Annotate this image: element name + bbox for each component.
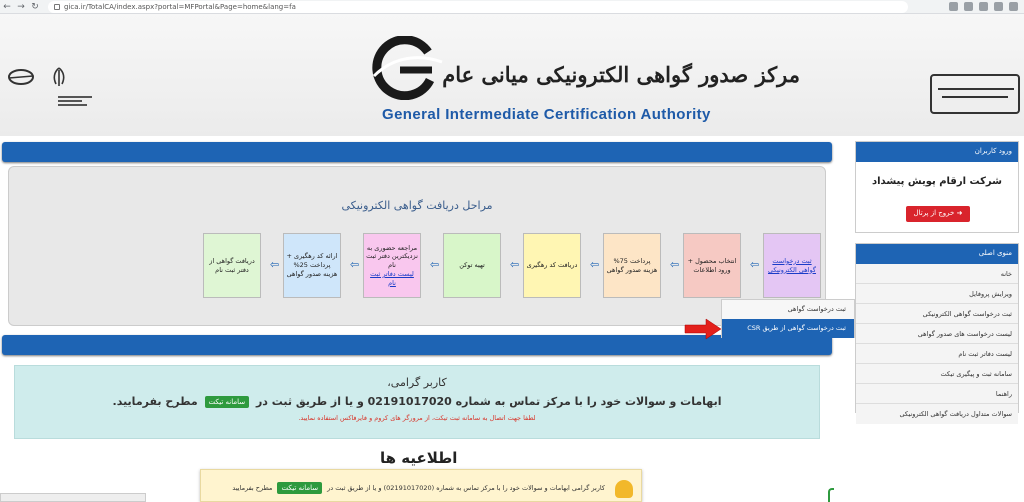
gica-logo-icon bbox=[372, 36, 443, 100]
contact-box: کاربر گرامی، ابهامات و سوالات خود را با … bbox=[14, 365, 820, 439]
calligraphy-logo bbox=[930, 74, 1020, 114]
menu-item-request-list[interactable]: لیست درخواست های صدور گواهی bbox=[856, 324, 1018, 344]
arrow-left-icon: ⇦ bbox=[430, 258, 440, 271]
ministry-text bbox=[58, 94, 92, 110]
menu-item-register-certificate[interactable]: ثبت درخواست گواهی الکترونیکی bbox=[856, 304, 1018, 324]
logout-icon: ➜ bbox=[954, 209, 963, 217]
address-url: gica.ir/TotalCA/index.aspx?portal=MFPort… bbox=[64, 3, 296, 11]
contact-greeting: کاربر گرامی، bbox=[387, 376, 447, 389]
forward-icon[interactable]: → bbox=[14, 0, 28, 14]
office-list-link[interactable]: لیست دفاتر ثبت نام bbox=[366, 270, 418, 288]
green-corner bbox=[828, 488, 834, 502]
arrow-left-icon: ⇦ bbox=[510, 258, 520, 271]
logout-button[interactable]: ➜ خروج از پرتال bbox=[906, 206, 970, 222]
steps-title: مراحل دریافت گواهی الکترونیکی bbox=[341, 199, 493, 212]
extension-icon[interactable] bbox=[979, 2, 988, 11]
menu-item-help[interactable]: راهنما bbox=[856, 384, 1018, 404]
menu-item-edit-profile[interactable]: ویرایش پروفایل bbox=[856, 284, 1018, 304]
arrow-left-icon: ⇦ bbox=[750, 258, 760, 271]
government-emblem-icon bbox=[53, 67, 65, 86]
menu-item-office-list[interactable]: لیست دفاتر ثبت نام bbox=[856, 344, 1018, 364]
step-register-request[interactable]: ثبت درخواست گواهی الکترونیکی bbox=[763, 233, 821, 298]
steps-panel: مراحل دریافت گواهی الکترونیکی ثبت درخواس… bbox=[8, 166, 826, 326]
step-token: تهیه توکن bbox=[443, 233, 501, 298]
ministry-logo-icon bbox=[8, 69, 34, 85]
red-arrow-icon bbox=[684, 318, 722, 340]
ticket-button[interactable]: سامانه تیکت bbox=[204, 396, 250, 408]
address-bar[interactable]: gica.ir/TotalCA/index.aspx?portal=MFPort… bbox=[48, 1, 908, 13]
header-title-fa: مرکز صدور گواهی الکترونیکی میانی عام bbox=[442, 62, 800, 87]
login-panel: ورود کاربران شرکت ارقام پویش پیشداد ➜ خر… bbox=[855, 141, 1019, 233]
menu-item-ticket-system[interactable]: سامانه ثبت و پیگیری تیکت bbox=[856, 364, 1018, 384]
step-receive-certificate: دریافت گواهی از دفتر ثبت نام bbox=[203, 233, 261, 298]
step-tracking-code: دریافت کد رهگیری bbox=[523, 233, 581, 298]
top-bar bbox=[2, 142, 832, 162]
arrow-left-icon: ⇦ bbox=[270, 258, 280, 271]
step-visit-office: مراجعه حضوری به نزدیکترین دفتر ثبت نام ل… bbox=[363, 233, 421, 298]
contact-message: ابهامات و سوالات خود را با مرکز تماس به … bbox=[112, 395, 722, 408]
step-select-product: انتخاب محصول + ورود اطلاعات bbox=[683, 233, 741, 298]
header-title-en: General Intermediate Certification Autho… bbox=[382, 106, 711, 123]
login-panel-title: ورود کاربران bbox=[856, 142, 1018, 162]
menu-item-faq[interactable]: سوالات متداول دریافت گواهی الکترونیکی bbox=[856, 404, 1018, 424]
step-pay-25: ارائه کد رهگیری + پرداخت 25% هزینه صدور … bbox=[283, 233, 341, 298]
reload-icon[interactable]: ↻ bbox=[28, 0, 42, 14]
bell-icon bbox=[615, 480, 633, 498]
notification-popup: کاربر گرامی ابهامات و سوالات خود را با م… bbox=[200, 469, 642, 502]
browser-note: لطفا جهت اتصال به سامانه ثبت تیکت، از مر… bbox=[298, 414, 536, 422]
news-title: اطلاعیه ها bbox=[380, 449, 458, 467]
register-dropdown: ثبت درخواست گواهی ثبت درخواست گواهی از ط… bbox=[721, 299, 855, 338]
browser-toolbar: ← → ↻ gica.ir/TotalCA/index.aspx?portal=… bbox=[0, 0, 1024, 14]
extension-icon[interactable] bbox=[964, 2, 973, 11]
site-header: مرکز صدور گواهی الکترونیکی میانی عام Gen… bbox=[0, 14, 1024, 136]
extensions bbox=[949, 2, 1018, 11]
arrow-left-icon: ⇦ bbox=[670, 258, 680, 271]
main-menu-title: منوی اصلی bbox=[856, 244, 1018, 264]
arrow-left-icon: ⇦ bbox=[590, 258, 600, 271]
step-pay-75: پرداخت 75% هزینه صدور گواهی bbox=[603, 233, 661, 298]
lock-icon bbox=[54, 4, 60, 10]
menu-item-home[interactable]: خانه bbox=[856, 264, 1018, 284]
main-menu: منوی اصلی خانه ویرایش پروفایل ثبت درخواس… bbox=[855, 243, 1019, 424]
company-name: شرکت ارقام پویش پیشداد bbox=[872, 176, 1002, 187]
notification-ticket-button[interactable]: سامانه تیکت bbox=[277, 482, 323, 494]
menu-icon[interactable] bbox=[1009, 2, 1018, 11]
extension-icon[interactable] bbox=[949, 2, 958, 11]
browser-status-bar bbox=[0, 493, 146, 502]
arrow-left-icon: ⇦ bbox=[350, 258, 360, 271]
extension-icon[interactable] bbox=[994, 2, 1003, 11]
dropdown-item-register-csr[interactable]: ثبت درخواست گواهی از طریق CSR bbox=[722, 319, 854, 338]
dropdown-item-register[interactable]: ثبت درخواست گواهی bbox=[722, 300, 854, 319]
back-icon[interactable]: ← bbox=[0, 0, 14, 14]
